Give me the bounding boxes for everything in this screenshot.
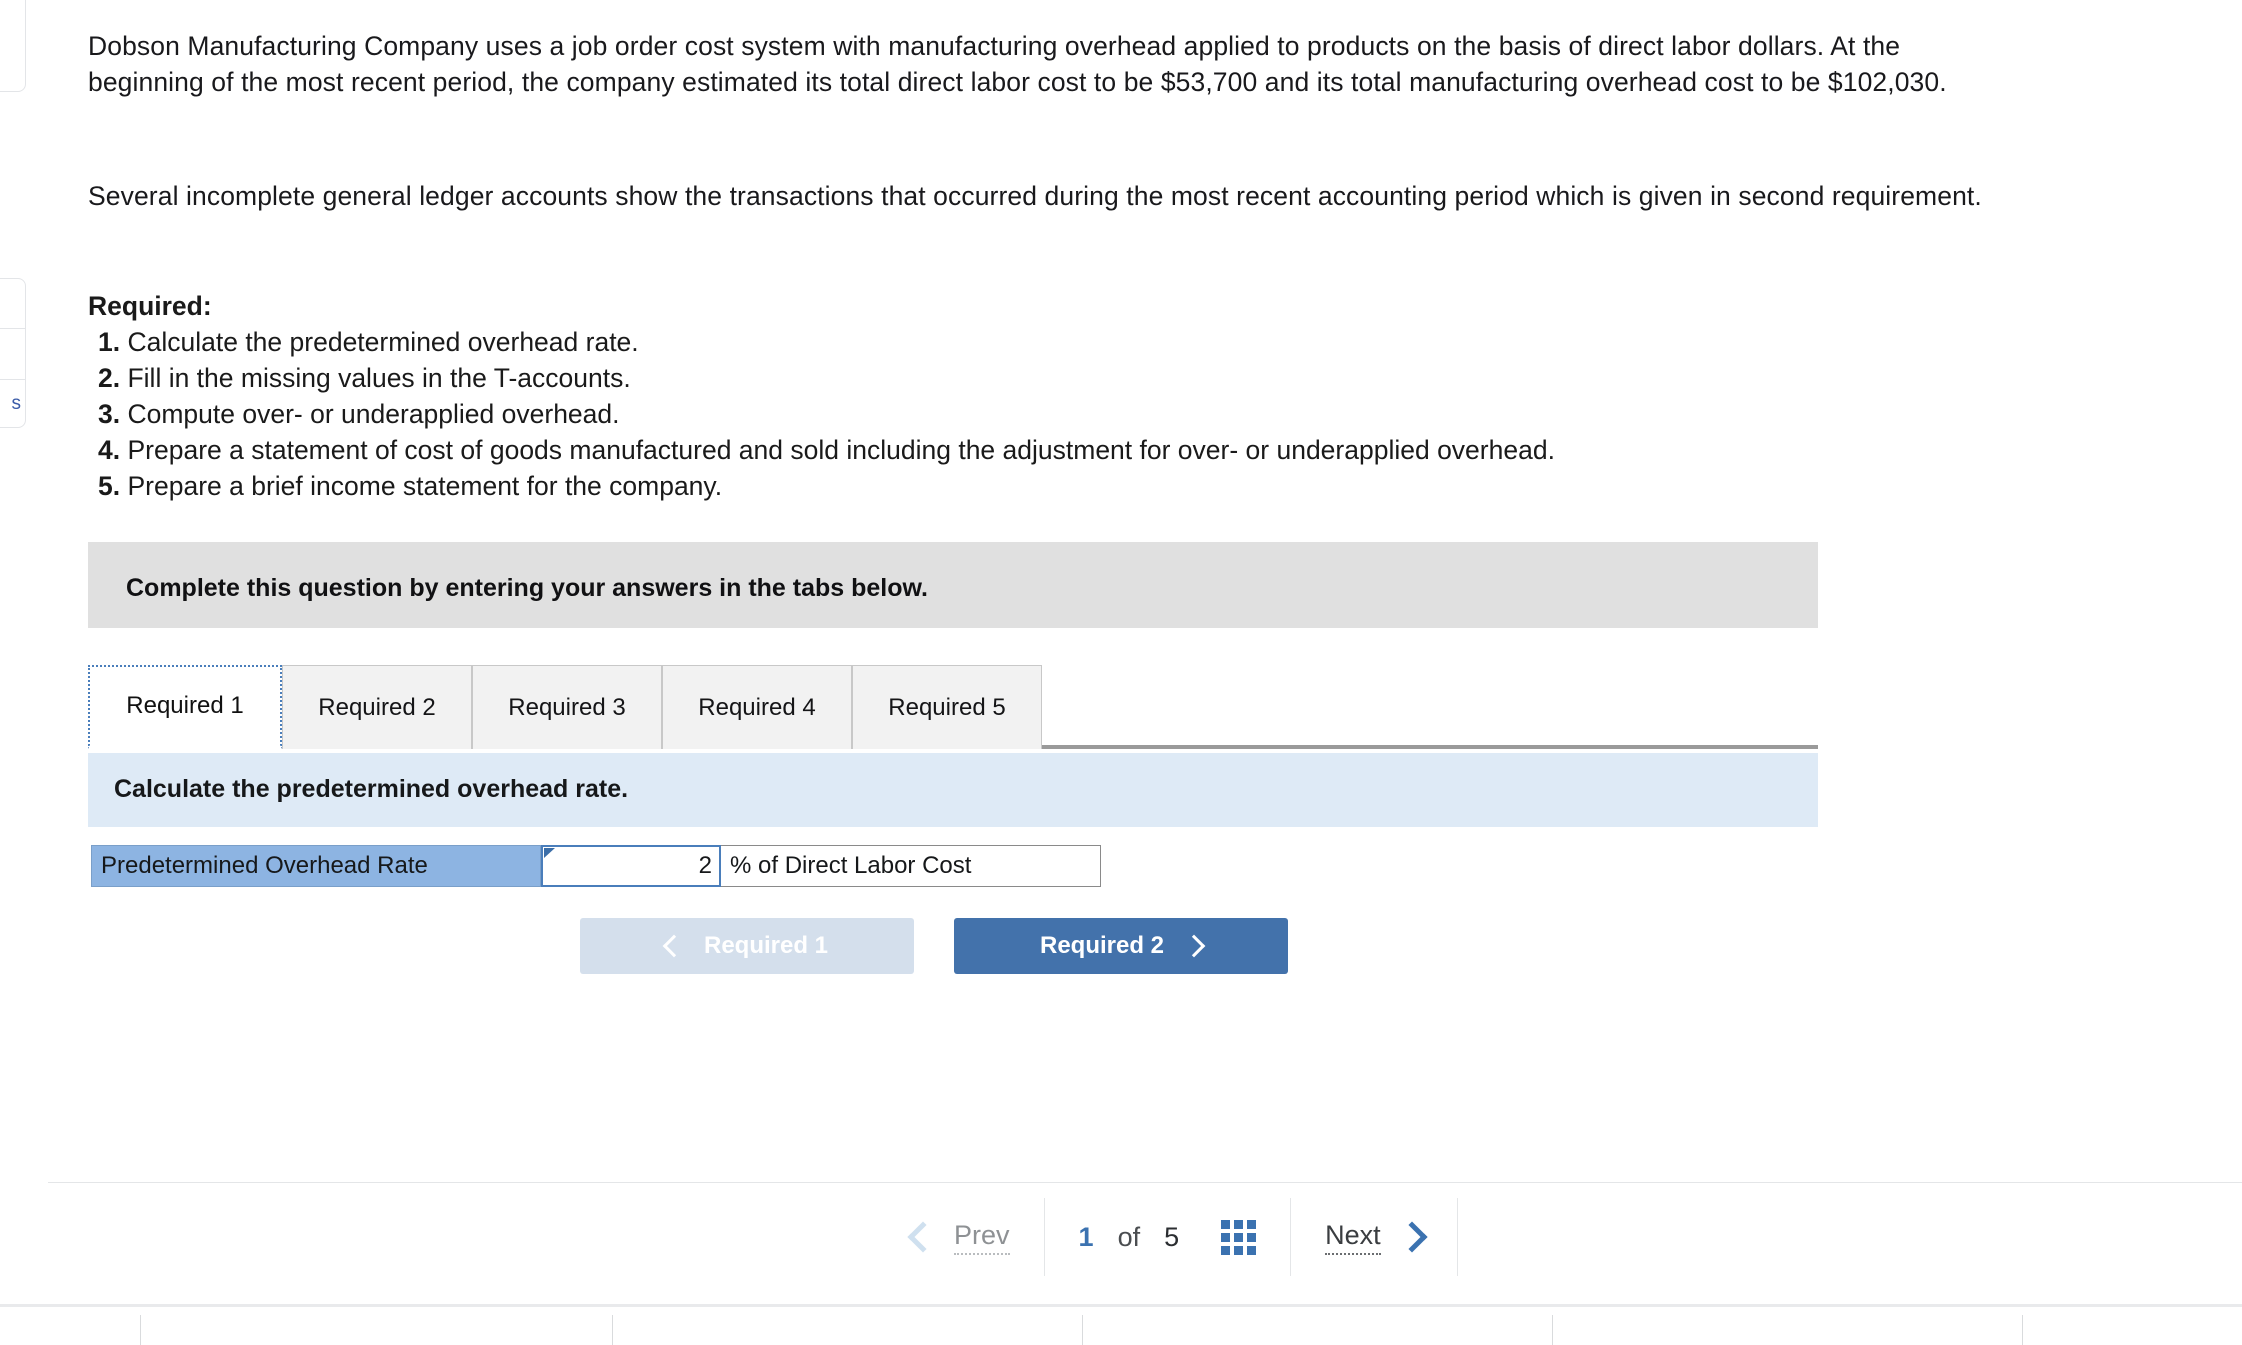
previous-requirement-label: Required 1 (703, 932, 829, 959)
pagination-counter: 1 of 5 (1045, 1197, 1291, 1277)
footer-divider (612, 1315, 613, 1345)
complete-question-banner: Complete this question by entering your … (88, 542, 1818, 628)
requirement-prompt-bar: Calculate the predetermined overhead rat… (88, 753, 1818, 827)
intro-paragraph: Dobson Manufacturing Company uses a job … (88, 31, 1947, 97)
pagination-next-label: Next (1325, 1220, 1381, 1255)
offscreen-panel-middle: s (0, 278, 26, 428)
offscreen-panel-divider (0, 328, 25, 329)
required-item-number: 3. (98, 399, 121, 429)
required-item-number: 4. (98, 435, 121, 465)
footer-divider (1082, 1315, 1083, 1345)
chevron-right-icon (1396, 1221, 1428, 1253)
required-list: Required: 1. Calculate the predetermined… (88, 288, 1988, 504)
footer-divider (140, 1315, 141, 1345)
chevron-left-icon (662, 934, 686, 958)
tab-required-4[interactable]: Required 4 (662, 665, 852, 749)
tab-label: Required 3 (508, 693, 626, 721)
footer-strip (0, 1304, 2242, 1345)
tab-required-2[interactable]: Required 2 (282, 665, 472, 749)
grid-view-icon[interactable] (1221, 1219, 1257, 1255)
requirement-tab-strip: Required 1 Required 2 Required 3 Require… (88, 665, 1818, 749)
offscreen-panel-top (0, 0, 26, 92)
chevron-left-icon (907, 1221, 939, 1253)
pagination-controls: Prev 1 of 5 Next (878, 1183, 1458, 1291)
required-item-number: 1. (98, 327, 121, 357)
pagination-of-label: of (1117, 1221, 1141, 1252)
answer-input-value: 2 (698, 852, 712, 879)
answer-label-cell: Predetermined Overhead Rate (91, 845, 541, 887)
required-item-4: 4. Prepare a statement of cost of goods … (88, 432, 1988, 468)
offscreen-panel-text: s (11, 393, 22, 414)
required-heading: Required: (88, 291, 212, 321)
pagination-next-button[interactable]: Next (1291, 1197, 1457, 1277)
answer-row: Predetermined Overhead Rate 2 % of Direc… (91, 845, 1101, 887)
tab-required-1[interactable]: Required 1 (88, 665, 282, 749)
required-item-text: Calculate the predetermined overhead rat… (127, 327, 639, 357)
required-item-2: 2. Fill in the missing values in the T-a… (88, 360, 1988, 396)
previous-requirement-button[interactable]: Required 1 (580, 918, 914, 974)
chevron-right-icon (1182, 934, 1206, 958)
tab-label: Required 5 (888, 693, 1006, 721)
required-item-3: 3. Compute over- or underapplied overhea… (88, 396, 1988, 432)
tab-required-5[interactable]: Required 5 (852, 665, 1042, 749)
required-item-5: 5. Prepare a brief income statement for … (88, 468, 1988, 504)
pagination-divider (1456, 1198, 1458, 1276)
tab-label: Required 1 (126, 692, 244, 719)
required-item-text: Compute over- or underapplied overhead. (127, 399, 620, 429)
required-item-number: 5. (98, 471, 121, 501)
requirement-prompt-text: Calculate the predetermined overhead rat… (114, 775, 629, 803)
required-item-text: Fill in the missing values in the T-acco… (127, 363, 631, 393)
footer-divider (1552, 1315, 1553, 1345)
required-item-text: Prepare a brief income statement for the… (127, 471, 723, 501)
pagination-prev-button[interactable]: Prev (878, 1197, 1044, 1277)
next-requirement-label: Required 2 (1039, 932, 1165, 959)
ledger-paragraph: Several incomplete general ledger accoun… (88, 181, 1982, 211)
complete-question-text: Complete this question by entering your … (126, 574, 928, 602)
next-requirement-button[interactable]: Required 2 (954, 918, 1288, 974)
pagination-bar: Prev 1 of 5 Next (48, 1182, 2242, 1290)
requirement-nav: Required 1 Required 2 (580, 918, 1288, 974)
required-item-number: 2. (98, 363, 121, 393)
tab-label: Required 2 (318, 693, 436, 721)
required-item-1: 1. Calculate the predetermined overhead … (88, 324, 1988, 360)
pagination-total-pages: 5 (1164, 1221, 1180, 1252)
pagination-prev-label: Prev (954, 1220, 1010, 1255)
pagination-current-page: 1 (1078, 1221, 1094, 1252)
tab-required-3[interactable]: Required 3 (472, 665, 662, 749)
offscreen-panel-divider (0, 379, 25, 380)
tab-label: Required 4 (698, 693, 816, 721)
predetermined-overhead-rate-input[interactable]: 2 (541, 845, 721, 887)
answer-unit-cell: % of Direct Labor Cost (721, 845, 1101, 887)
footer-divider (2022, 1315, 2023, 1345)
required-item-text: Prepare a statement of cost of goods man… (127, 435, 1555, 465)
cell-comment-flag-icon (544, 848, 555, 858)
